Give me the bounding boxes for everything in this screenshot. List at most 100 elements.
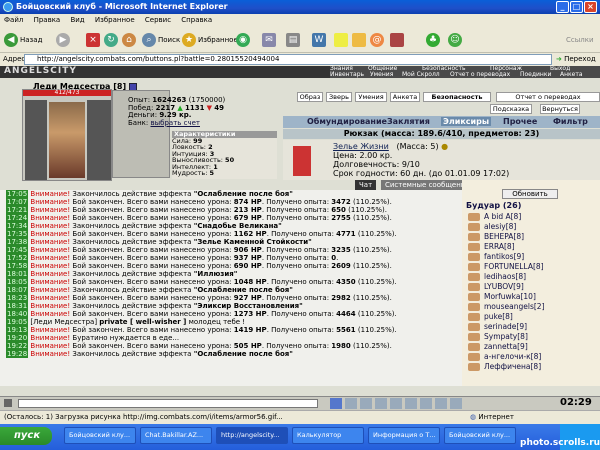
user-name[interactable]: FORTUNELLA[8] — [484, 262, 544, 271]
messenger-button[interactable]: ☺ — [448, 31, 464, 49]
at-button[interactable]: @ — [370, 31, 386, 49]
task-fight-club[interactable]: Бойцовский клу... — [64, 427, 136, 444]
user-list-item[interactable]: FORTUNELLA[8] — [462, 262, 600, 272]
profile-button[interactable]: Анкета — [390, 92, 420, 102]
nav-profile[interactable]: Анкета — [560, 72, 583, 78]
user-name[interactable]: fantikos[9] — [484, 252, 524, 261]
folder-button[interactable] — [352, 31, 368, 49]
search-button[interactable]: ⌕ Поиск — [142, 31, 180, 49]
tab-spells[interactable]: Заклятия — [387, 117, 430, 126]
menu-tools[interactable]: Сервис — [145, 16, 171, 24]
hint-button[interactable]: Подсказка — [490, 104, 532, 114]
refresh-list-button[interactable]: Обновить — [502, 189, 558, 199]
nav-inventory[interactable]: Инвентарь — [330, 72, 364, 78]
nav-skills[interactable]: Умения — [370, 72, 393, 78]
tab-elixirs[interactable]: Эликсиры — [441, 117, 492, 126]
user-list-item[interactable]: A bid A[8] — [462, 212, 600, 222]
user-list-item[interactable]: zannetta[9] — [462, 342, 600, 352]
user-list-item[interactable]: puke[8] — [462, 312, 600, 322]
task-fight-club-2[interactable]: Бойцовский клу... — [444, 427, 516, 444]
tab-other[interactable]: Прочее — [503, 117, 537, 126]
clover-button[interactable]: ♣ — [426, 31, 442, 49]
filter-icon[interactable] — [375, 398, 387, 409]
back-button[interactable]: ◀ Назад — [4, 31, 42, 49]
security-button[interactable]: Безопасность — [423, 92, 491, 102]
user-name[interactable]: serinade[9] — [484, 322, 527, 331]
user-name[interactable]: alesiy[8] — [484, 222, 516, 231]
user-list-item[interactable]: Sympaty[8] — [462, 332, 600, 342]
nav-duels[interactable]: Поединки — [520, 72, 551, 78]
tab-system-messages[interactable]: Системные сообщения — [381, 180, 474, 190]
mail-button[interactable]: ✉ — [262, 31, 278, 49]
menu-help[interactable]: Справка — [181, 16, 212, 24]
start-button[interactable]: пуск — [0, 427, 52, 445]
user-list-item[interactable]: BEHEPA[8] — [462, 232, 600, 242]
skills-button[interactable]: Умения — [355, 92, 387, 102]
home-button[interactable]: ⌂ — [122, 31, 138, 49]
user-list-item[interactable]: Morfuwka[10] — [462, 292, 600, 302]
task-angelscity[interactable]: http://angelscity... — [216, 427, 288, 444]
pet-button[interactable]: Зверь — [326, 92, 352, 102]
user-name[interactable]: Morfuwka[10] — [484, 292, 536, 301]
menu-file[interactable]: Файл — [4, 16, 23, 24]
stop-button[interactable]: × — [86, 31, 102, 49]
close-button[interactable]: × — [584, 1, 597, 13]
menu-edit[interactable]: Правка — [34, 16, 61, 24]
user-list-item[interactable]: ERRA[8] — [462, 242, 600, 252]
address-input[interactable]: http://angelscity.combats.com/buttons.pl… — [24, 54, 552, 65]
edit-button[interactable]: W — [312, 31, 328, 49]
sound-icon[interactable] — [405, 398, 417, 409]
item-info-icon[interactable]: ● — [441, 142, 448, 151]
forward-button[interactable]: ▶ — [56, 31, 72, 49]
user-list-item[interactable]: ledihaos[8] — [462, 272, 600, 282]
chat-menu-icon[interactable] — [4, 399, 12, 407]
user-list-item[interactable]: alesiy[8] — [462, 222, 600, 232]
user-name[interactable]: ledihaos[8] — [484, 272, 526, 281]
color-icon[interactable] — [420, 398, 432, 409]
settings-icon[interactable] — [450, 398, 462, 409]
task-calculator[interactable]: Калькулятор — [292, 427, 364, 444]
clear-icon[interactable] — [345, 398, 357, 409]
user-name[interactable]: BEHEPA[8] — [484, 232, 524, 241]
user-list-item[interactable]: fantikos[9] — [462, 252, 600, 262]
user-name[interactable]: mouseangels[2] — [484, 302, 545, 311]
user-name[interactable]: Леффичена[8] — [484, 362, 541, 371]
bookmark-button[interactable] — [390, 31, 406, 49]
media-button[interactable]: ◉ — [236, 31, 252, 49]
send-icon[interactable] — [330, 398, 342, 409]
back-game-button[interactable]: Вернуться — [540, 104, 580, 114]
print-button[interactable]: ▤ — [286, 31, 302, 49]
tab-equipment[interactable]: Обмундирование — [307, 117, 387, 126]
user-name[interactable]: а-нгелочи-к[8] — [484, 352, 541, 361]
translit-icon[interactable] — [390, 398, 402, 409]
user-name[interactable]: LYUBOV[9] — [484, 282, 524, 291]
links-label[interactable]: Ссылки — [566, 31, 594, 49]
note-button[interactable] — [334, 31, 350, 49]
minimize-button[interactable]: _ — [556, 1, 569, 13]
chat-input[interactable] — [18, 399, 318, 408]
maximize-button[interactable]: □ — [570, 1, 583, 13]
user-name[interactable]: puke[8] — [484, 312, 513, 321]
smiley-icon[interactable] — [360, 398, 372, 409]
user-list-item[interactable]: mouseangels[2] — [462, 302, 600, 312]
nav-transfers[interactable]: Отчет о переводах — [450, 72, 510, 78]
choose-account-link[interactable]: выбрать счет — [151, 119, 201, 127]
tab-chat[interactable]: Чат — [355, 180, 377, 190]
user-name[interactable]: Sympaty[8] — [484, 332, 528, 341]
scroll-icon[interactable] — [435, 398, 447, 409]
image-button[interactable]: Образ — [297, 92, 323, 102]
user-name[interactable]: A bid A[8] — [484, 212, 521, 221]
favorites-button[interactable]: ★ Избранное — [182, 31, 238, 49]
tab-filter[interactable]: Фильтр — [553, 117, 588, 126]
task-info[interactable]: Информация о Т... — [368, 427, 440, 444]
item-name-link[interactable]: Зелье Жизни — [333, 142, 389, 151]
user-list-item[interactable]: serinade[9] — [462, 322, 600, 332]
nav-scroll[interactable]: Мой Скролл — [402, 72, 440, 78]
refresh-button[interactable]: ↻ — [104, 31, 120, 49]
potion-icon[interactable] — [293, 146, 311, 176]
menu-favorites[interactable]: Избранное — [95, 16, 135, 24]
user-name[interactable]: zannetta[9] — [484, 342, 528, 351]
user-list-item[interactable]: LYUBOV[9] — [462, 282, 600, 292]
task-chat-bakillar[interactable]: Chat.Bakillar.AZ... — [140, 427, 212, 444]
transfers-report-button[interactable]: Отчет о переводах — [496, 92, 600, 102]
